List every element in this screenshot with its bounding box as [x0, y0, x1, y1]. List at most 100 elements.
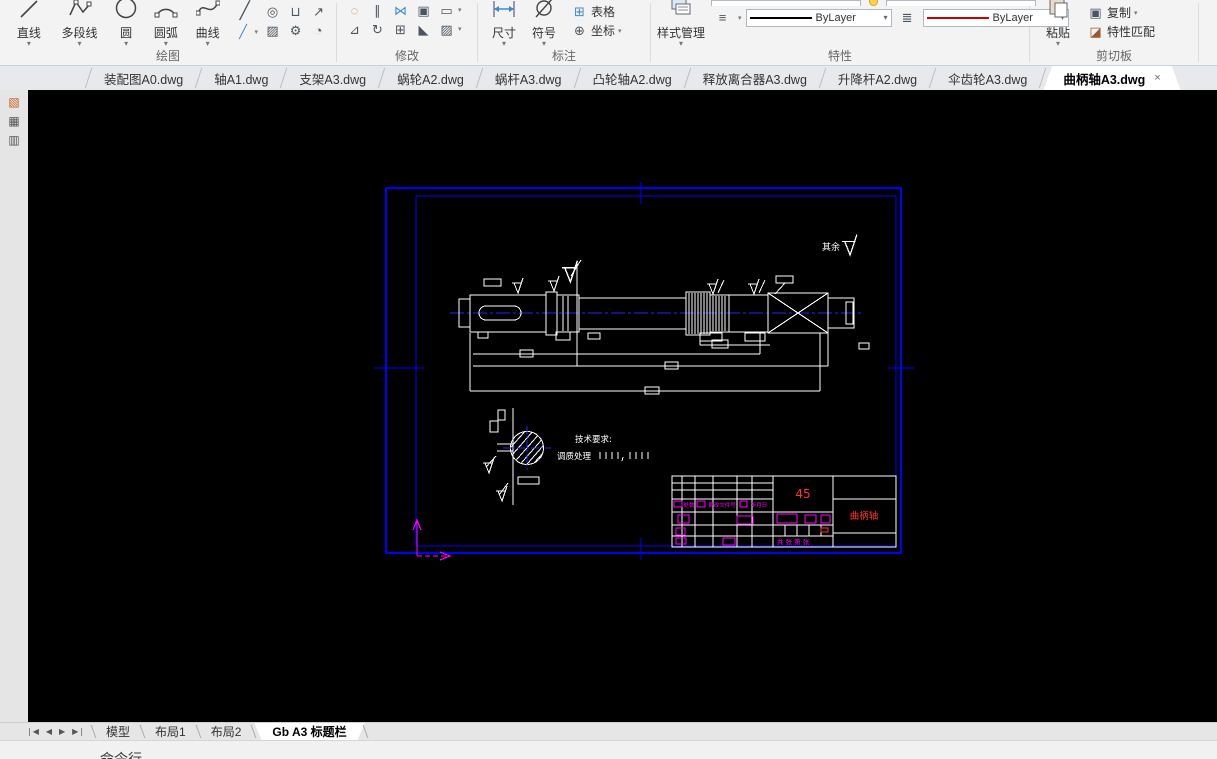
layout-tab-model[interactable]: 模型: [94, 723, 142, 740]
copy-object-icon[interactable]: ▣: [412, 1, 435, 20]
shaft-main-view: [450, 259, 870, 395]
paste-button[interactable]: 粘贴 ▾: [1036, 0, 1080, 48]
layer-state-dropdown-clipped[interactable]: [886, 0, 1037, 6]
arc-button[interactable]: 圆弧 ▾: [145, 0, 187, 48]
linetype-value: ByLayer: [815, 11, 856, 24]
close-icon[interactable]: ×: [1154, 72, 1160, 84]
chamfer-icon[interactable]: ◣: [412, 20, 435, 39]
mirror-icon[interactable]: ⋈: [389, 1, 412, 20]
clipped-layer-controls: [711, 0, 1069, 6]
file-tab[interactable]: 伞齿轮A3.dwg: [933, 66, 1042, 90]
linetype-dropdown[interactable]: ByLayer ▾: [745, 8, 892, 27]
linetype-sample: [749, 16, 812, 19]
file-tab-active[interactable]: 曲柄轴A3.dwg ×: [1043, 66, 1180, 90]
polyline-button[interactable]: 多段线 ▾: [52, 0, 108, 48]
chevron-down-icon: ▾: [501, 39, 506, 48]
chevron-down-icon: ▾: [541, 39, 546, 48]
linetype-manager-icon[interactable]: ≣: [896, 8, 919, 27]
layout-tab-layout1[interactable]: 布局1: [143, 723, 198, 740]
file-tab[interactable]: 凸轮轴A2.dwg: [578, 66, 687, 90]
ribbon-group-annotate: 尺寸 ▾ 符号 ▾ ⊞ 表格 ⊕ 坐标 ▾ 标注: [478, 0, 650, 65]
cylinder-icon[interactable]: ⊔: [284, 2, 307, 21]
chevron-down-icon: ▾: [618, 27, 622, 35]
palette-window-icon[interactable]: ▦: [4, 113, 24, 129]
hatch-icon[interactable]: ▨: [261, 21, 284, 40]
chevron-down-icon[interactable]: ▾: [458, 20, 462, 39]
technical-requirements: 技术要求: 调质处理: [557, 434, 649, 462]
file-tab[interactable]: 轴A1.dwg: [199, 66, 283, 90]
chevron-down-icon: ▾: [77, 39, 82, 48]
chevron-down-icon: ▾: [1134, 9, 1138, 17]
file-tab[interactable]: 升降杆A2.dwg: [823, 66, 932, 90]
stretch-icon[interactable]: ⊿: [343, 20, 366, 39]
table-button[interactable]: ⊞ 表格: [568, 2, 622, 21]
first-layout-button[interactable]: ❘◀: [26, 723, 39, 741]
filter-icon[interactable]: ▥: [4, 132, 24, 148]
material-text: 45: [795, 487, 810, 501]
pointer-icon[interactable]: ↗: [307, 2, 330, 21]
style-manager-icon: [669, 0, 693, 26]
annotate-group-label: 标注: [551, 49, 576, 63]
layer-dropdown-clipped[interactable]: [711, 0, 862, 6]
chevron-down-icon[interactable]: ▾: [738, 14, 742, 22]
command-line-panel[interactable]: 命令行: [0, 740, 1217, 759]
table-icon: ⊞: [574, 4, 585, 19]
ribbon: 直线 ▾ 多段线 ▾ 圆 ▾ 圆弧 ▾ 曲线 ▾ ╱ ╱ ▾ ◎ ▨ ⊔ ⚙ ↗…: [0, 0, 1217, 66]
draw-extra-icons: ◎ ▨ ⊔ ⚙ ↗ ◔: [261, 2, 330, 40]
file-tab[interactable]: 支架A3.dwg: [284, 66, 381, 90]
tech-req-title: 技术要求:: [575, 434, 612, 445]
chevron-down-icon[interactable]: ▾: [458, 1, 462, 20]
chevron-down-icon: ▾: [205, 39, 210, 48]
circle-button[interactable]: 圆 ▾: [107, 0, 145, 48]
offset-icon[interactable]: ∥: [366, 1, 389, 20]
layout-tab-gb-a3-active[interactable]: Gb A3 标题栏: [254, 723, 364, 740]
file-tab[interactable]: 装配图A0.dwg: [89, 66, 198, 90]
rotate-icon[interactable]: ↻: [366, 20, 389, 39]
prev-layout-button[interactable]: ◀: [46, 723, 52, 741]
wipeout-icon[interactable]: ◔: [307, 21, 330, 40]
gear-icon[interactable]: ⚙: [284, 21, 307, 40]
cad-application-window: 直线 ▾ 多段线 ▾ 圆 ▾ 圆弧 ▾ 曲线 ▾ ╱ ╱ ▾ ◎ ▨ ⊔ ⚙ ↗…: [0, 0, 1217, 759]
layout-tab-layout2[interactable]: 布局2: [199, 723, 254, 740]
ribbon-group-properties: 样式管理 ▾ ≡ ▾ ByLayer ▾ ≣ ByLayer 特性: [651, 0, 1069, 65]
file-tab[interactable]: 蜗轮A2.dwg: [382, 66, 479, 90]
match-properties-button[interactable]: ◪ 特性匹配: [1084, 22, 1155, 41]
shaft-section-view: [485, 408, 551, 505]
layout-nav-buttons: ❘◀ ◀ ▶ ▶❘: [0, 723, 93, 740]
file-tab[interactable]: 蜗杆A3.dwg: [480, 66, 577, 90]
coordinate-button[interactable]: ⊕ 坐标 ▾: [568, 21, 622, 40]
ray-line-icon[interactable]: ╱: [232, 22, 255, 41]
line-button[interactable]: 直线 ▾: [6, 0, 52, 48]
next-layout-button[interactable]: ▶: [59, 723, 65, 741]
chevron-down-icon[interactable]: ▾: [255, 28, 259, 36]
chevron-down-icon: ▾: [163, 39, 168, 48]
svg-text:年月日: 年月日: [751, 501, 768, 509]
polyline-icon: [68, 0, 92, 26]
last-layout-button[interactable]: ▶❘: [72, 723, 85, 741]
copy-button[interactable]: ▣ 复制 ▾: [1084, 3, 1155, 22]
lineweight-icon[interactable]: ≡: [711, 8, 734, 27]
spline-button[interactable]: 曲线 ▾: [187, 0, 229, 48]
layout-tab-bar: ❘◀ ◀ ▶ ▶❘ 模型 布局1 布局2 Gb A3 标题栏: [0, 722, 1217, 740]
paste-icon: [1047, 0, 1069, 26]
copy-icon: ▣: [1089, 5, 1102, 20]
surface-note-text: 其余: [822, 241, 840, 253]
drawing-canvas[interactable]: 其余 技术要求: 调质处理 处数 更改文件号 年月日 共 张 第 张 45 曲柄…: [28, 90, 1217, 722]
construction-line-icon[interactable]: ╱: [233, 0, 256, 22]
style-manager-button[interactable]: 样式管理 ▾: [657, 0, 705, 48]
file-tab[interactable]: 释放离合器A3.dwg: [688, 66, 822, 90]
svg-text:更改文件号: 更改文件号: [708, 501, 736, 509]
tab-separator: [362, 725, 369, 738]
rectangle-tool-icon[interactable]: ▭: [435, 1, 458, 20]
symbol-button[interactable]: 符号 ▾: [524, 0, 564, 48]
hatch-edit-icon[interactable]: ▨: [435, 20, 458, 39]
modify-group-label: 修改: [394, 49, 419, 63]
auto-hide-pin-icon[interactable]: ▧: [4, 94, 24, 110]
symbol-icon: [533, 0, 555, 26]
erase-icon[interactable]: ◌: [343, 1, 366, 20]
revision-cloud-icon[interactable]: ◎: [261, 2, 284, 21]
chevron-down-icon: ▾: [1055, 39, 1060, 48]
array-3d-icon[interactable]: ⊞: [389, 20, 412, 39]
arc-icon: [154, 0, 178, 26]
dimension-button[interactable]: 尺寸 ▾: [484, 0, 524, 48]
